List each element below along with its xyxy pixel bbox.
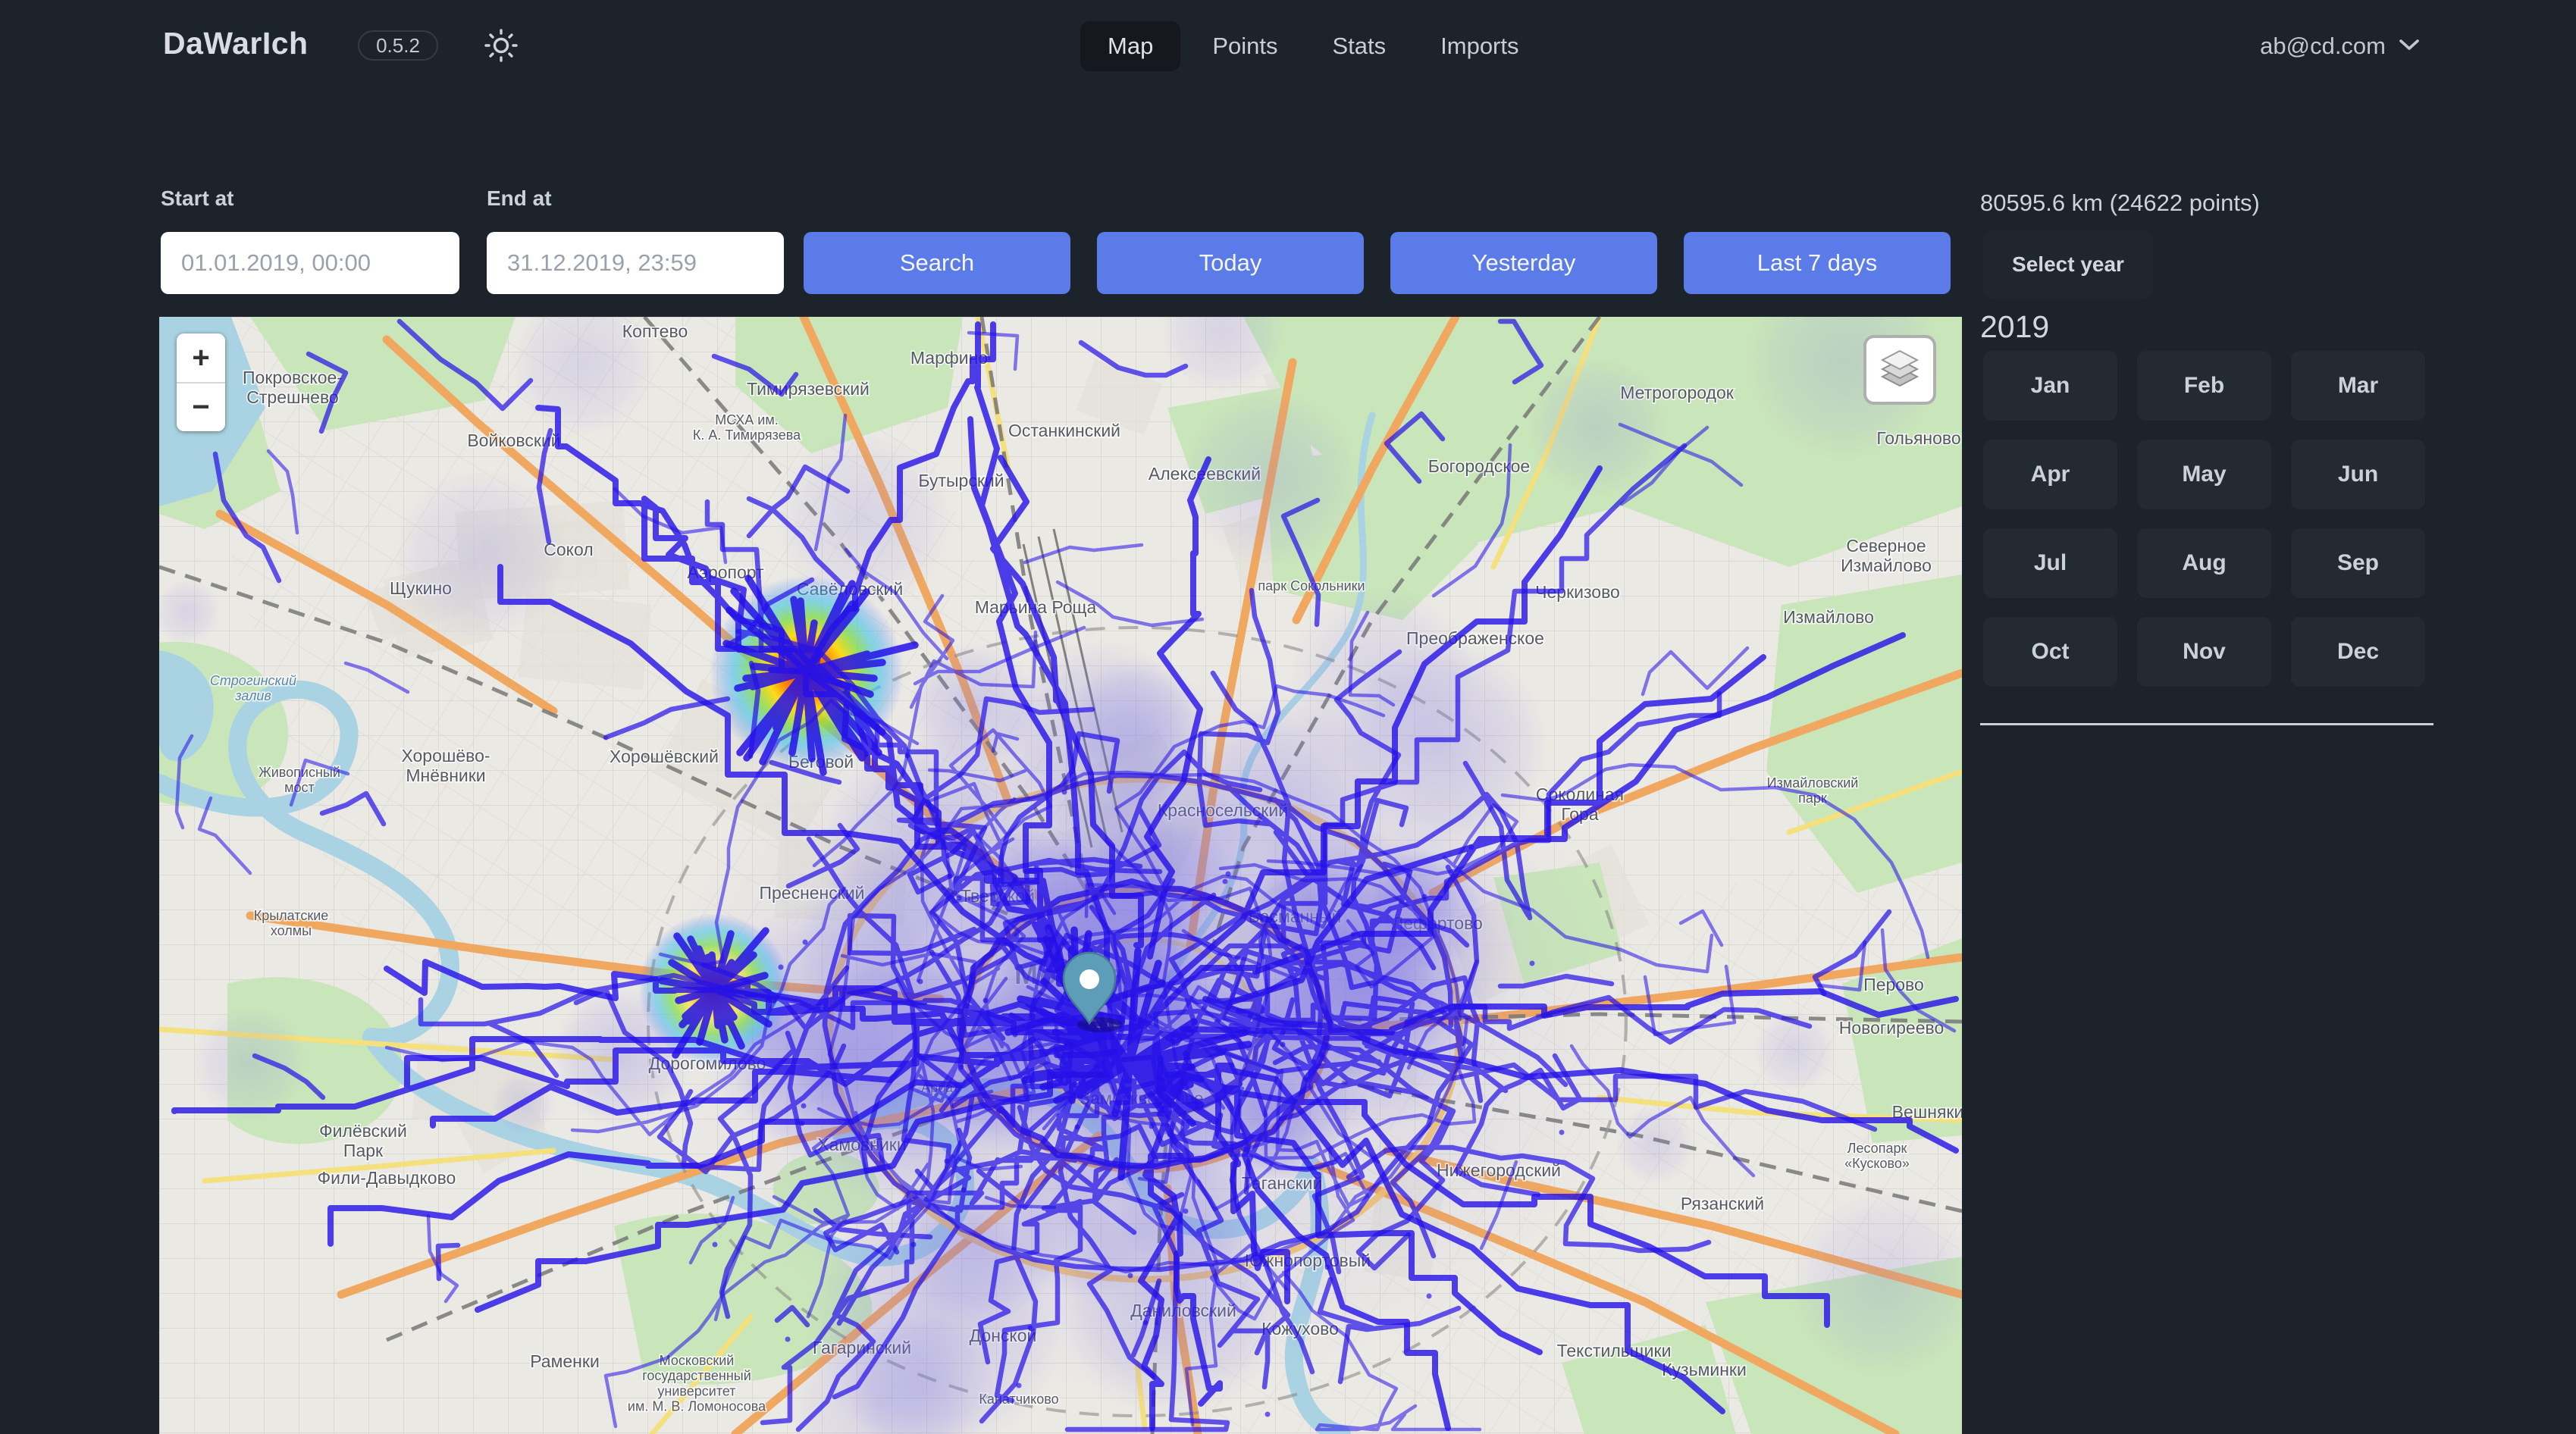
map-layers-control[interactable]: [1863, 335, 1936, 405]
svg-text:Раменки: Раменки: [530, 1351, 600, 1371]
svg-text:Рязанский: Рязанский: [1681, 1194, 1764, 1213]
user-menu[interactable]: ab@cd.com: [2260, 23, 2421, 70]
chevron-down-icon: [2398, 37, 2421, 56]
month-button-nov[interactable]: Nov: [2137, 617, 2271, 687]
month-button-jan[interactable]: Jan: [1983, 351, 2117, 421]
end-at-input[interactable]: [487, 232, 784, 294]
distance-points-stats: 80595.6 km (24622 points): [1980, 189, 2260, 217]
map-render: Покровское-СтрешневоКоптевоМСХА им.К. А.…: [159, 317, 1962, 1434]
zoom-out-button[interactable]: −: [177, 384, 225, 432]
month-button-may[interactable]: May: [2137, 440, 2271, 509]
tab-points[interactable]: Points: [1189, 21, 1300, 71]
svg-text:Новогиреево: Новогиреево: [1839, 1018, 1945, 1038]
svg-text:Богородское: Богородское: [1428, 456, 1530, 476]
svg-text:СеверноеИзмайлово: СеверноеИзмайлово: [1841, 536, 1932, 575]
month-button-oct[interactable]: Oct: [1983, 617, 2117, 687]
user-email: ab@cd.com: [2260, 33, 2386, 60]
theme-toggle-button[interactable]: [479, 24, 523, 68]
app-logo[interactable]: DaWarIch: [163, 26, 309, 61]
tab-stats[interactable]: Stats: [1309, 21, 1409, 71]
start-at-input[interactable]: [161, 232, 459, 294]
layers-icon: [1876, 348, 1923, 392]
svg-text:Хорошёвский: Хорошёвский: [610, 747, 719, 766]
today-button[interactable]: Today: [1097, 232, 1364, 294]
svg-text:Останкинский: Останкинский: [1008, 421, 1120, 440]
map-zoom-control: + −: [177, 333, 225, 431]
sun-icon: [484, 28, 519, 65]
month-button-feb[interactable]: Feb: [2137, 351, 2271, 421]
version-badge: 0.5.2: [358, 30, 438, 61]
search-button[interactable]: Search: [804, 232, 1070, 294]
navbar: DaWarIch 0.5.2 Map Points Stats Imports …: [0, 0, 2576, 92]
main-nav-tabs: Map Points Stats Imports: [1080, 21, 1542, 71]
svg-text:Покровское-Стрешнево: Покровское-Стрешнево: [243, 368, 343, 407]
month-button-sep[interactable]: Sep: [2291, 528, 2425, 598]
month-button-apr[interactable]: Apr: [1983, 440, 2117, 509]
end-at-label: End at: [487, 186, 552, 211]
svg-text:Текстильщики: Текстильщики: [1557, 1341, 1672, 1360]
map-canvas[interactable]: Покровское-СтрешневоКоптевоМСХА им.К. А.…: [159, 317, 1962, 1434]
start-at-label: Start at: [161, 186, 233, 211]
month-button-jun[interactable]: Jun: [2291, 440, 2425, 509]
tab-map[interactable]: Map: [1080, 21, 1180, 71]
year-heading: 2019: [1980, 309, 2049, 345]
month-button-dec[interactable]: Dec: [2291, 617, 2425, 687]
svg-text:Измайлово: Измайлово: [1783, 607, 1874, 627]
month-grid: Jan Feb Mar Apr May Jun Jul Aug Sep Oct …: [1983, 351, 2425, 687]
svg-text:Хорошёво-Мнёвники: Хорошёво-Мнёвники: [401, 746, 490, 785]
month-button-aug[interactable]: Aug: [2137, 528, 2271, 598]
last-7-days-button[interactable]: Last 7 days: [1684, 232, 1951, 294]
month-button-mar[interactable]: Mar: [2291, 351, 2425, 421]
svg-text:Лесопарк«Кусково»: Лесопарк«Кусково»: [1844, 1141, 1910, 1171]
yesterday-button[interactable]: Yesterday: [1390, 232, 1657, 294]
sidebar-divider: [1980, 723, 2433, 725]
svg-text:Фили-Давыдково: Фили-Давыдково: [318, 1168, 456, 1188]
select-year-button[interactable]: Select year: [1983, 230, 2153, 299]
zoom-in-button[interactable]: +: [177, 333, 225, 384]
tab-imports[interactable]: Imports: [1418, 21, 1541, 71]
month-button-jul[interactable]: Jul: [1983, 528, 2117, 598]
